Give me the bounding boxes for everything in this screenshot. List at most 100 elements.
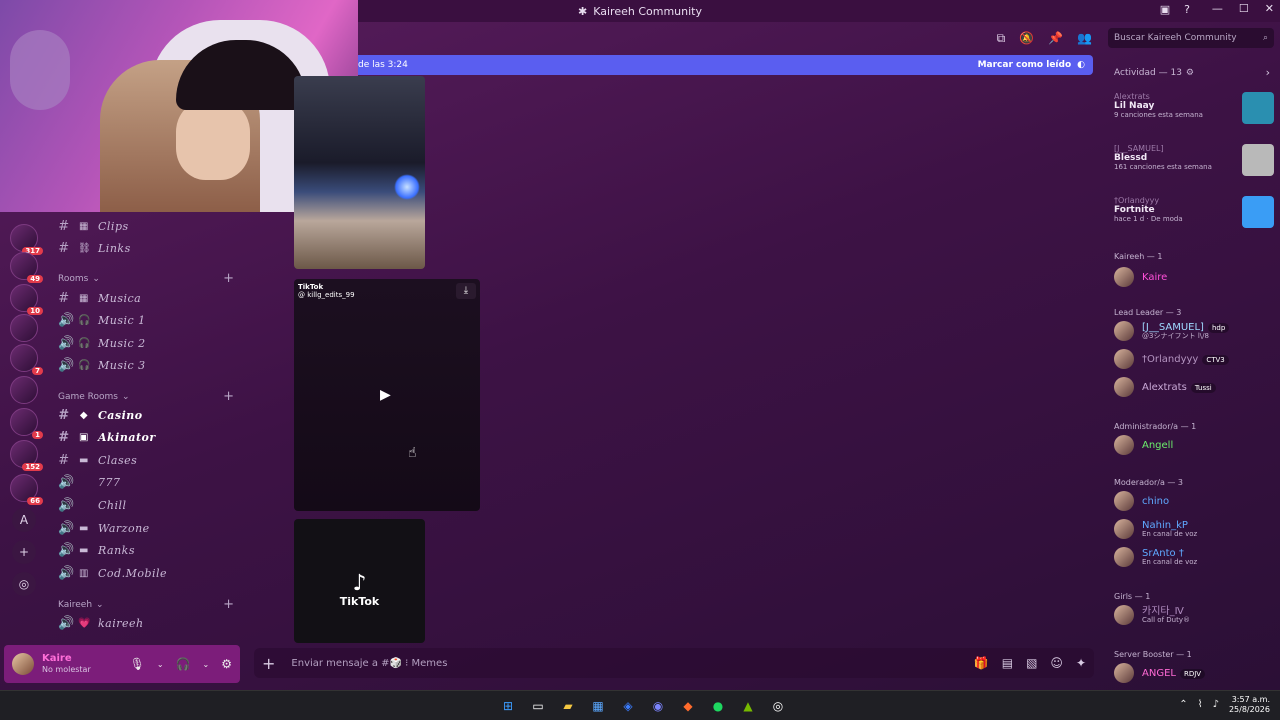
server-icon[interactable]: 317 bbox=[10, 224, 43, 255]
spotify-icon[interactable]: ● bbox=[708, 696, 728, 716]
server-icon[interactable]: 152 bbox=[10, 440, 43, 471]
network-icon[interactable]: ⌇ bbox=[1198, 699, 1203, 710]
task-view-icon[interactable]: ▭ bbox=[528, 696, 548, 716]
avatar bbox=[1114, 267, 1134, 287]
apps-icon[interactable]: ✦ bbox=[1076, 656, 1086, 670]
close-button[interactable]: ✕ bbox=[1265, 2, 1274, 15]
server-icon[interactable]: 10 bbox=[10, 284, 43, 315]
server-icon[interactable] bbox=[10, 376, 38, 404]
channel-item[interactable]: # ▦ Clips bbox=[58, 216, 129, 236]
channel-item[interactable]: # ▣ Akinator bbox=[58, 428, 156, 448]
member-name: †Orlandyyy bbox=[1142, 353, 1199, 365]
chevron-right-icon[interactable]: › bbox=[1266, 66, 1270, 79]
chevron-down-icon[interactable]: ⌄ bbox=[157, 660, 164, 669]
help-icon[interactable]: ? bbox=[1184, 3, 1190, 16]
channel-item[interactable]: 🔊 ▬ Ranks bbox=[58, 541, 135, 561]
server-icon[interactable] bbox=[10, 314, 38, 342]
headphones-icon[interactable]: 🎧 bbox=[176, 657, 191, 671]
chevron-down-icon[interactable]: ⌄ bbox=[203, 660, 210, 669]
start-icon[interactable]: ⊞ bbox=[498, 696, 518, 716]
member-item[interactable]: Nahin_kP En canal de voz bbox=[1114, 518, 1274, 540]
server-icon[interactable]: 66 bbox=[10, 474, 43, 505]
gift-icon[interactable]: 🎁 bbox=[974, 656, 989, 670]
gear-icon[interactable]: ⚙ bbox=[221, 657, 232, 671]
explore-button[interactable]: ◎ bbox=[12, 572, 36, 596]
chevron-up-icon[interactable]: ⌃ bbox=[1179, 699, 1187, 710]
mute-icon[interactable]: 🔕 bbox=[1019, 31, 1034, 45]
gear-icon[interactable]: ⚙ bbox=[1186, 68, 1194, 78]
search-input[interactable]: Buscar Kaireeh Community ⌕ bbox=[1108, 28, 1274, 48]
add-server-button[interactable]: + bbox=[12, 540, 36, 564]
member-item[interactable]: Angell bbox=[1114, 434, 1274, 456]
channel-item[interactable]: # ▬ Clases bbox=[58, 450, 137, 470]
window-title: ✱ Kaireeh Community bbox=[578, 4, 702, 18]
brave-icon[interactable]: ◆ bbox=[678, 696, 698, 716]
channel-category[interactable]: Game Rooms ⌄ bbox=[58, 392, 130, 402]
add-channel-icon[interactable]: + bbox=[223, 271, 234, 286]
tiktok-embed-loading[interactable]: ♪ TikTok bbox=[294, 519, 425, 643]
channel-item[interactable]: 🔊 Chill bbox=[58, 495, 127, 515]
add-channel-icon[interactable]: + bbox=[223, 389, 234, 404]
channel-item[interactable]: 🔊 🎧 Music 1 bbox=[58, 311, 146, 331]
member-item[interactable]: Alextrats Tussi bbox=[1114, 376, 1274, 398]
video-thumbnail[interactable] bbox=[294, 76, 425, 269]
channel-category[interactable]: Rooms ⌄ bbox=[58, 274, 100, 284]
microphone-icon[interactable]: 🎙 bbox=[130, 657, 145, 671]
obs-icon[interactable]: ◎ bbox=[768, 696, 788, 716]
mark-read-button[interactable]: Marcar como leído ◐ bbox=[978, 60, 1085, 70]
members-icon[interactable]: 👥 bbox=[1077, 31, 1092, 45]
member-name: Nahin_kP bbox=[1142, 519, 1188, 531]
member-item[interactable]: †Orlandyyy CTV3 bbox=[1114, 348, 1274, 370]
maximize-button[interactable]: ☐ bbox=[1239, 2, 1249, 15]
activity-card[interactable]: [J__SAMUEL] Blessd 161 canciones esta sema… bbox=[1114, 144, 1274, 190]
member-item[interactable]: ANGEL RDJV bbox=[1114, 662, 1274, 684]
member-item[interactable]: 카지타_Ⅳ Call of Duty® bbox=[1114, 604, 1274, 626]
minimize-button[interactable]: — bbox=[1212, 2, 1223, 15]
download-icon[interactable]: ⤓ bbox=[456, 283, 476, 299]
channel-item[interactable]: 🔊 ▥ Cod.Mobile bbox=[58, 563, 167, 583]
server-icon[interactable]: 1 bbox=[10, 408, 43, 439]
new-messages-bar[interactable]: de las 3:24 Marcar como leído ◐ bbox=[358, 55, 1093, 75]
attach-button[interactable]: + bbox=[262, 654, 275, 673]
server-icon[interactable]: 7 bbox=[10, 344, 43, 375]
inbox-icon[interactable]: ▣ bbox=[1160, 3, 1170, 16]
server-icon[interactable]: 49 bbox=[10, 252, 43, 283]
pin-icon[interactable]: 📌 bbox=[1048, 31, 1063, 45]
clock[interactable]: 3:57 a.m. 25/8/2026 bbox=[1229, 695, 1270, 714]
emoji-icon[interactable]: ☺ bbox=[1050, 656, 1063, 670]
store-icon[interactable]: ▦ bbox=[588, 696, 608, 716]
avatar[interactable] bbox=[12, 653, 34, 675]
dm-server-button[interactable]: A bbox=[12, 508, 36, 532]
channel-item[interactable]: # ⛓ Links bbox=[58, 238, 131, 258]
member-item[interactable]: [J__SAMUEL] hdp @3シナイフント l\/8 bbox=[1114, 320, 1274, 342]
member-tag: RDJV bbox=[1179, 668, 1206, 679]
message-composer[interactable]: + Enviar mensaje a #🎲 ⁝ Memes 🎁 ▤ ▧ ☺ ✦ bbox=[254, 648, 1094, 678]
message-input[interactable]: Enviar mensaje a #🎲 ⁝ Memes bbox=[291, 658, 447, 669]
discord-icon[interactable]: ◉ bbox=[648, 696, 668, 716]
gif-icon[interactable]: ▤ bbox=[1002, 656, 1013, 670]
activity-card[interactable]: †Orlandyyy Fortnite hace 1 d · De moda bbox=[1114, 196, 1274, 242]
channel-item[interactable]: 🔊 💗 kaireeh bbox=[58, 613, 144, 633]
member-item[interactable]: Kaire bbox=[1114, 266, 1274, 288]
file-explorer-icon[interactable]: ▰ bbox=[558, 696, 578, 716]
member-item[interactable]: chino bbox=[1114, 490, 1274, 512]
threads-icon[interactable]: ⧉ bbox=[997, 31, 1006, 46]
activity-card[interactable]: Alextrats Lil Naay 9 canciones esta semana bbox=[1114, 92, 1274, 138]
vpn-icon[interactable]: ◈ bbox=[618, 696, 638, 716]
volume-icon[interactable]: ♪ bbox=[1213, 699, 1219, 710]
member-item[interactable]: SrAnto † En canal de voz bbox=[1114, 546, 1274, 568]
add-channel-icon[interactable]: + bbox=[223, 597, 234, 612]
channel-item[interactable]: # ◆ Casino bbox=[58, 405, 143, 425]
tiktok-header: TikTok @ killg_edits_99 bbox=[298, 283, 355, 300]
channel-item[interactable]: 🔊 ▬ Warzone bbox=[58, 518, 150, 538]
play-icon[interactable]: ▶ bbox=[380, 387, 391, 403]
nvidia-icon[interactable]: ▲ bbox=[738, 696, 758, 716]
category-label: Game Rooms bbox=[58, 392, 118, 402]
channel-item[interactable]: 🔊 🎧 Music 3 bbox=[58, 356, 146, 376]
sticker-icon[interactable]: ▧ bbox=[1026, 656, 1037, 670]
channel-item[interactable]: 🔊 🎧 Music 2 bbox=[58, 333, 146, 353]
tiktok-embed[interactable]: TikTok @ killg_edits_99 ⤓ ▶ bbox=[294, 279, 480, 511]
channel-item[interactable]: # ▦ Musica bbox=[58, 288, 141, 308]
channel-category[interactable]: Kaireeh ⌄ bbox=[58, 600, 104, 610]
channel-item[interactable]: 🔊 777 bbox=[58, 473, 121, 493]
